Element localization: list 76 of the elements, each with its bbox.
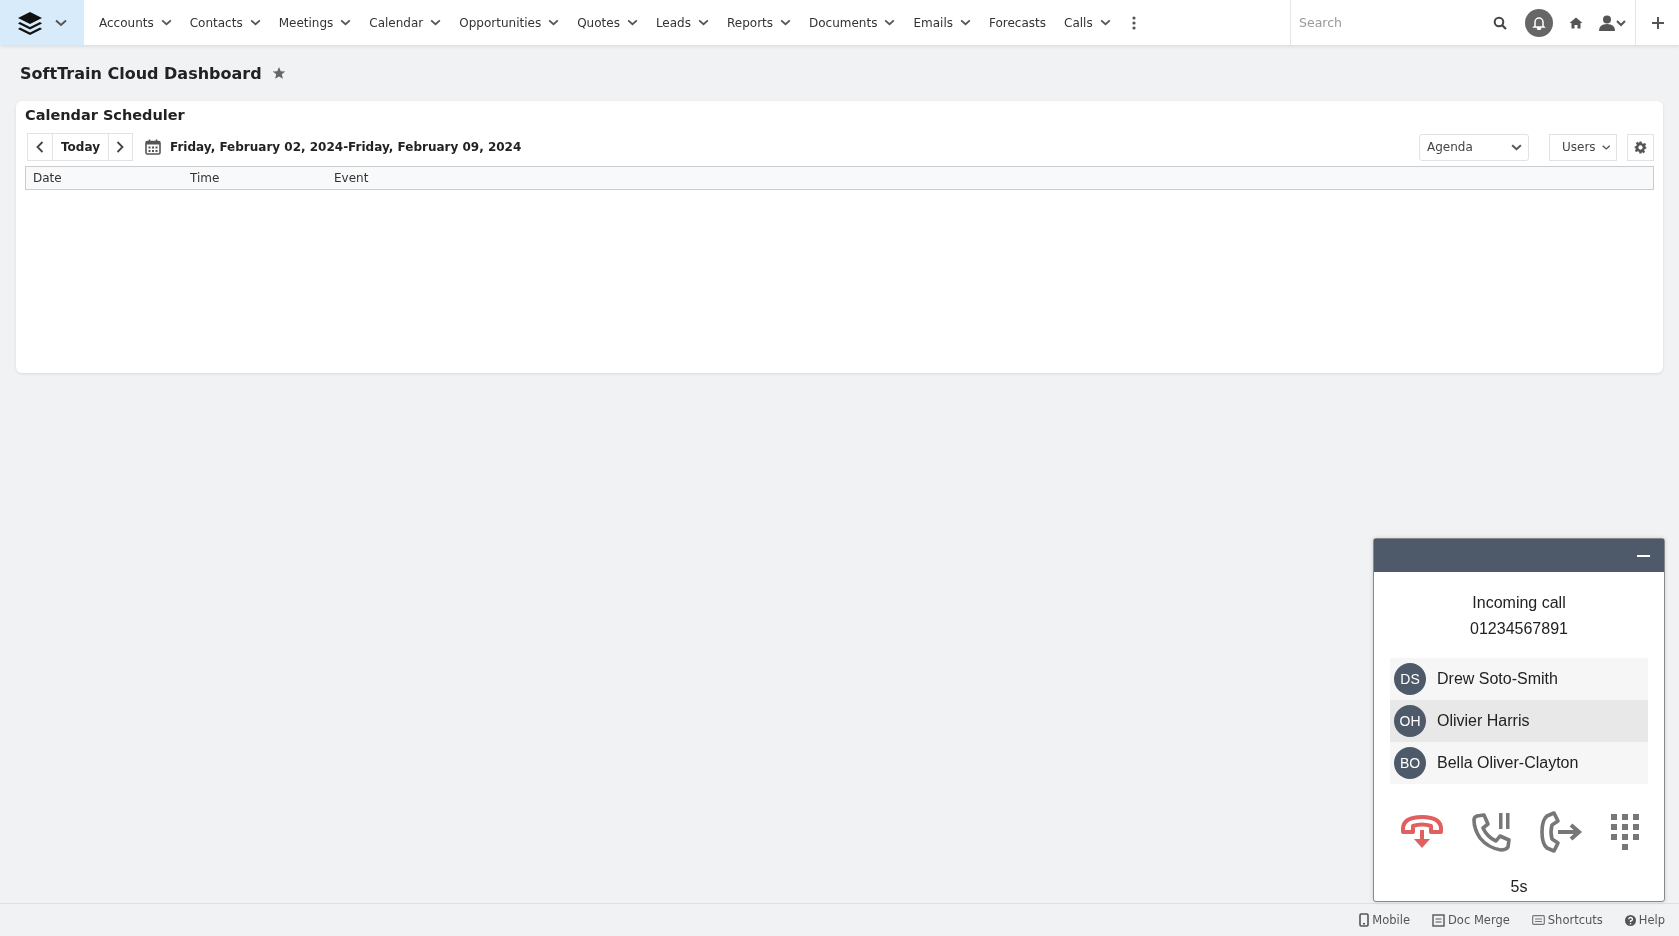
call-timer: 5s bbox=[1510, 878, 1528, 896]
view-dropdown[interactable]: Agenda bbox=[1419, 133, 1529, 161]
chevron-down-icon bbox=[55, 18, 67, 27]
chevron-left-icon bbox=[36, 141, 44, 153]
chevron-down-icon bbox=[626, 19, 638, 26]
contact-option[interactable]: BO Bella Oliver-Clayton bbox=[1390, 742, 1648, 784]
keyboard-icon bbox=[1531, 915, 1545, 925]
contact-name: Drew Soto-Smith bbox=[1437, 670, 1558, 688]
chevron-down-icon bbox=[884, 19, 896, 26]
nav-menu-item[interactable]: Meetings bbox=[269, 0, 361, 45]
chevron-down-icon bbox=[249, 19, 261, 26]
column-header: Time bbox=[189, 171, 221, 185]
contact-option[interactable]: OH Olivier Harris bbox=[1390, 700, 1648, 742]
document-icon bbox=[1432, 913, 1445, 927]
phone-arrow-icon bbox=[1539, 810, 1584, 854]
chevron-down-icon bbox=[1601, 143, 1610, 151]
footer-link[interactable]: Mobile bbox=[1359, 913, 1410, 927]
nav-menu-item[interactable]: Reports bbox=[718, 0, 800, 45]
chevron-down-icon bbox=[548, 19, 560, 26]
chevron-down-icon bbox=[1511, 143, 1522, 151]
settings-button[interactable] bbox=[1627, 133, 1654, 161]
contact-name: Bella Oliver-Clayton bbox=[1437, 754, 1579, 772]
footer-link[interactable]: Help bbox=[1624, 913, 1665, 927]
footer-link[interactable]: Shortcuts bbox=[1531, 913, 1603, 927]
date-range: Friday, February 02, 2024-Friday, February 09, 2024 bbox=[170, 140, 522, 154]
home-icon bbox=[1569, 16, 1583, 29]
bell-icon bbox=[1532, 15, 1546, 30]
chevron-right-icon bbox=[116, 141, 125, 153]
phone-pause-icon bbox=[1470, 812, 1513, 852]
menu-icon bbox=[1131, 15, 1136, 30]
chevron-down-icon bbox=[160, 19, 172, 26]
column-header: Event bbox=[333, 171, 369, 185]
notifications-button[interactable] bbox=[1525, 8, 1553, 37]
settings-icon bbox=[1634, 140, 1647, 154]
call-status: Incoming call bbox=[1472, 593, 1566, 613]
minimize-icon bbox=[1637, 554, 1650, 557]
phone-icon bbox=[1359, 913, 1370, 927]
dialpad-button[interactable] bbox=[1610, 814, 1639, 850]
search-icon bbox=[1493, 15, 1507, 30]
users-dropdown[interactable]: Users bbox=[1549, 133, 1617, 161]
contact-avatar: DS bbox=[1394, 663, 1426, 695]
nav-menu-item[interactable]: Leads bbox=[646, 0, 718, 45]
column-header: Date bbox=[32, 171, 63, 185]
contact-option[interactable]: DS Drew Soto-Smith bbox=[1390, 658, 1648, 700]
dashboard-title: SoftTrain Cloud Dashboard bbox=[20, 63, 262, 83]
nav-menu-item[interactable]: Calendar bbox=[360, 0, 451, 45]
hold-call-button[interactable] bbox=[1470, 812, 1513, 852]
footer-link[interactable]: Doc Merge bbox=[1432, 913, 1510, 927]
caller-number: 01234567891 bbox=[1470, 619, 1568, 639]
nav-menu-item[interactable]: Opportunities bbox=[450, 0, 569, 45]
contact-name: Olivier Harris bbox=[1437, 712, 1530, 730]
contact-avatar: BO bbox=[1394, 747, 1426, 779]
dialpad-icon bbox=[1610, 814, 1639, 850]
transfer-call-button[interactable] bbox=[1539, 810, 1584, 854]
app-menu-button[interactable] bbox=[0, 0, 84, 45]
chevron-down-icon bbox=[960, 19, 971, 26]
nav-menu-item[interactable]: Contacts bbox=[180, 0, 270, 45]
nav-menu-item[interactable]: Forecasts bbox=[980, 0, 1055, 45]
calendar-icon[interactable] bbox=[145, 139, 161, 155]
chevron-down-icon bbox=[430, 19, 442, 26]
chevron-down-icon bbox=[340, 19, 352, 26]
nav-menu-item[interactable]: Calls bbox=[1055, 0, 1120, 45]
layers-icon bbox=[17, 10, 43, 35]
chevron-down-icon bbox=[698, 19, 709, 26]
chevron-down-icon bbox=[780, 19, 791, 26]
dashlet-title: Calendar Scheduler bbox=[25, 107, 186, 123]
nav-menu-item[interactable]: Documents bbox=[800, 0, 905, 45]
chevron-down-icon bbox=[1099, 19, 1111, 26]
nav-menu-item[interactable]: Emails bbox=[904, 0, 980, 45]
user-icon bbox=[1599, 14, 1627, 31]
star-icon[interactable] bbox=[271, 66, 286, 80]
contact-avatar: OH bbox=[1394, 705, 1426, 737]
nav-menu-item[interactable]: Accounts bbox=[90, 0, 181, 45]
nav-menu-item[interactable]: Quotes bbox=[568, 0, 647, 45]
help-icon bbox=[1624, 914, 1636, 926]
plus-icon bbox=[1650, 15, 1665, 30]
